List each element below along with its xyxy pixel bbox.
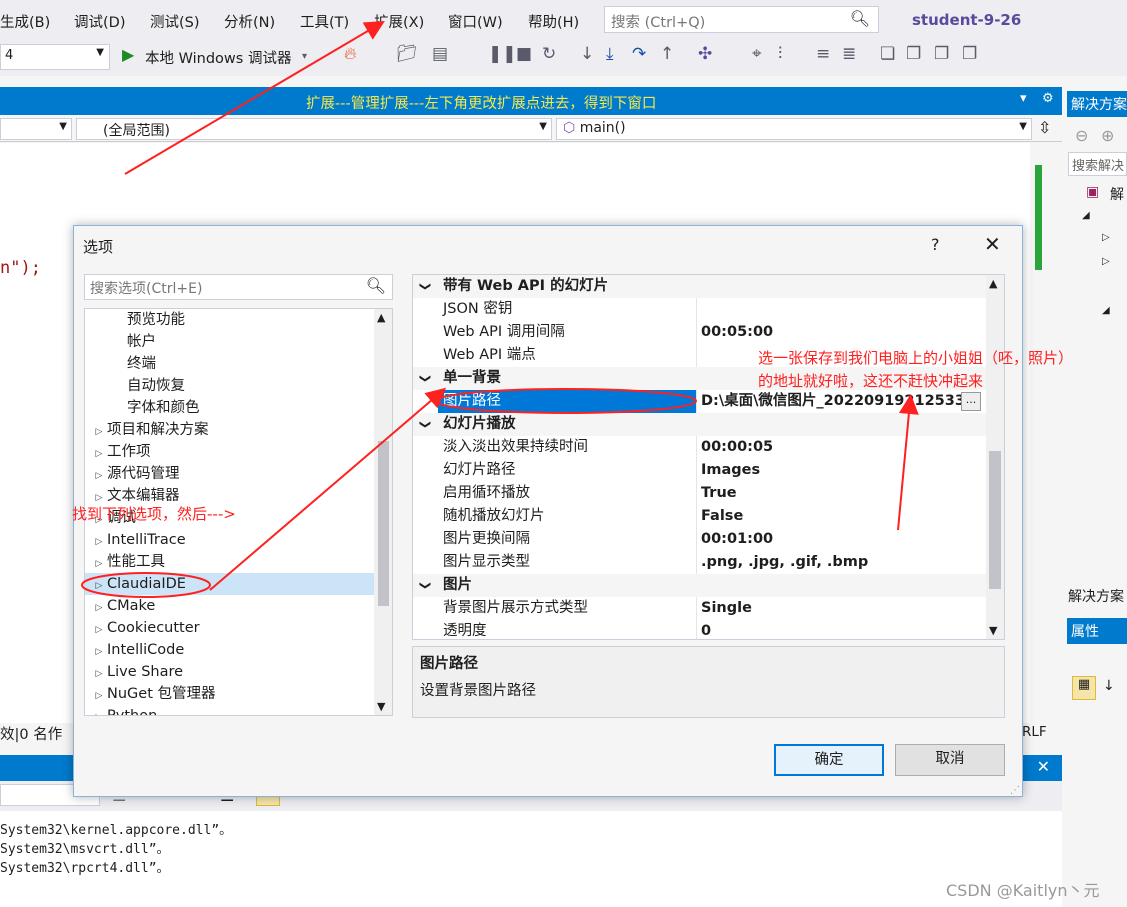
arrow-to-image-path <box>209 387 447 591</box>
highlight-image-path <box>435 388 697 414</box>
arrow-to-path-value <box>897 394 919 531</box>
annotation-arrows <box>81 20 919 598</box>
arrow-to-extensions-menu <box>124 20 385 175</box>
highlight-claudiaide <box>81 572 211 598</box>
watermark: CSDN @Kaitlyn丶元 <box>946 881 1100 900</box>
